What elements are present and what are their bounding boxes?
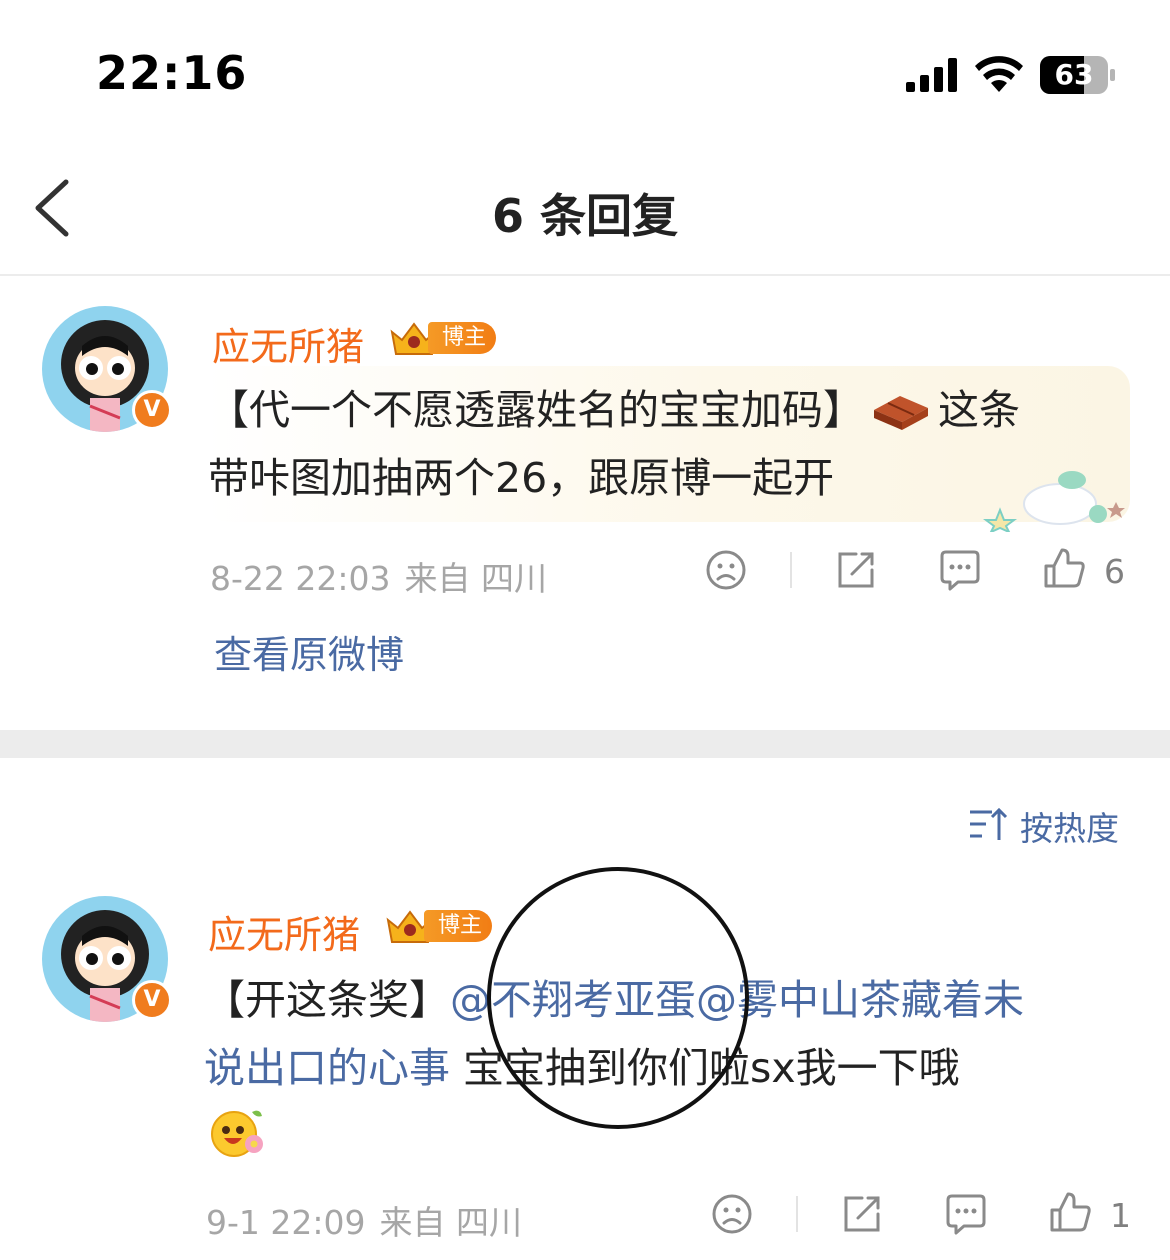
nav-bar: 6 条回复 [0, 140, 1170, 276]
sort-label: 按热度 [1020, 809, 1119, 848]
comment-date: 8-22 22:03 [210, 559, 391, 598]
comment-source: 来自 四川 [404, 559, 548, 598]
mention-link-continued[interactable]: 说出口的心事 [204, 1044, 450, 1092]
share-icon[interactable] [834, 548, 878, 592]
status-bar: 22:16 63 [0, 0, 1170, 140]
reply-date: 9-1 22:09 [206, 1203, 366, 1242]
like-count: 6 [1104, 552, 1125, 591]
avatar[interactable]: V [42, 896, 172, 1022]
divider [790, 552, 792, 588]
badge-label: 博主 [428, 322, 497, 354]
username[interactable]: 应无所猪 [208, 904, 360, 959]
like-count: 1 [1110, 1196, 1131, 1235]
sort-icon [970, 807, 1008, 840]
signal-icon [906, 58, 957, 92]
comment-meta: 8-22 22:03 来自 四川 [210, 552, 561, 600]
wifi-icon [975, 56, 1023, 92]
comment-text: 【代一个不愿透露姓名的宝宝加码】 这条 带咔图加抽两个26，跟原博一起开 [208, 376, 1128, 512]
battery-level: 63 [1054, 58, 1094, 91]
avatar[interactable]: V [42, 306, 172, 432]
verified-icon: V [132, 390, 172, 430]
mention-link[interactable]: @雾中山茶藏着未 [696, 976, 1024, 1024]
section-divider [0, 730, 1170, 758]
brick-emoji-icon [874, 396, 928, 430]
comment-text-prefix: 【代一个不愿透露姓名的宝宝加码】 [208, 386, 864, 434]
happy-flower-emoji-icon [211, 1110, 263, 1157]
mention-link[interactable]: @不翔考亚蛋 [450, 976, 696, 1024]
comment-icon[interactable] [944, 1192, 988, 1236]
share-icon[interactable] [840, 1192, 884, 1236]
battery-indicator: 63 [1040, 56, 1116, 94]
view-original-link[interactable]: 查看原微博 [214, 624, 404, 679]
username[interactable]: 应无所猪 [212, 316, 364, 371]
reply-source: 来自 四川 [379, 1203, 523, 1242]
comment-text-line2: 带咔图加抽两个26，跟原博一起开 [208, 454, 835, 502]
reply-text-prefix: 【开这条奖】 [204, 976, 450, 1024]
page-title: 6 条回复 [491, 189, 679, 243]
reply-text: 【开这条奖】@不翔考亚蛋@雾中山茶藏着未 说出口的心事 宝宝抽到你们啦sx我一下… [204, 966, 1144, 1170]
like-icon[interactable] [1042, 546, 1086, 590]
status-time: 22:16 [96, 46, 248, 100]
comment-icon[interactable] [938, 548, 982, 592]
verified-icon: V [132, 980, 172, 1020]
badge-label: 博主 [424, 910, 493, 942]
like-icon[interactable] [1048, 1190, 1092, 1234]
reply-text-rest: 宝宝抽到你们啦sx我一下哦 [450, 1044, 960, 1092]
dislike-face-icon[interactable] [704, 548, 748, 592]
reply-meta: 9-1 22:09 来自 四川 [206, 1196, 536, 1244]
comment-text-suffix: 这条 [938, 386, 1020, 434]
dislike-face-icon[interactable] [710, 1192, 754, 1236]
divider [796, 1196, 798, 1232]
